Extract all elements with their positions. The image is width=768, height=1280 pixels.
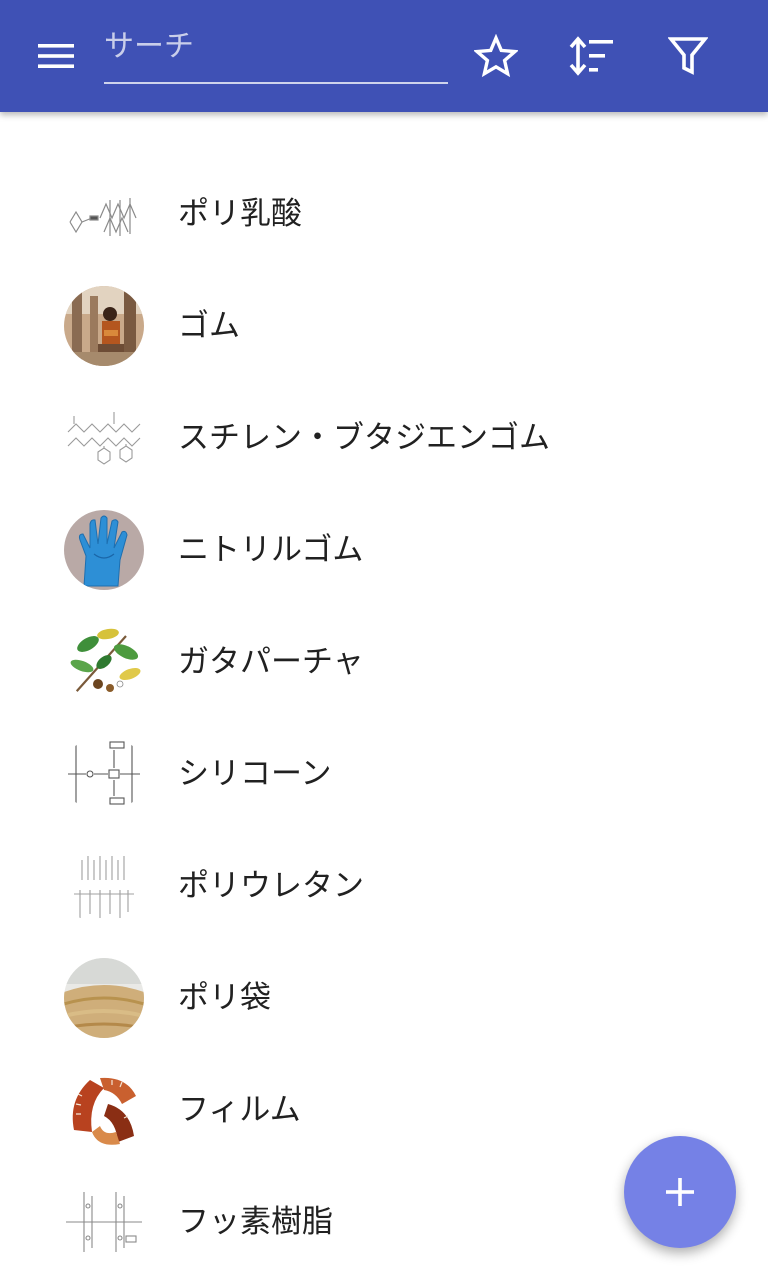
filter-button[interactable] (660, 28, 716, 84)
item-label: ポリ袋 (178, 980, 271, 1016)
filter-icon (668, 37, 708, 75)
add-button[interactable] (624, 1136, 736, 1248)
list-item[interactable]: シリコーン (0, 718, 768, 830)
hamburger-menu-icon (38, 44, 74, 68)
list-item[interactable]: ガタパーチャ (0, 606, 768, 718)
list-item[interactable]: ポリ乳酸 (0, 158, 768, 270)
item-label: ガタパーチャ (178, 644, 364, 680)
menu-button[interactable] (28, 28, 84, 84)
item-label: シリコーン (178, 756, 332, 792)
list-item[interactable]: ニトリルゴム (0, 494, 768, 606)
list-item[interactable]: ポリ袋 (0, 942, 768, 1054)
app-screen: ポリ乳酸 ゴム (0, 0, 768, 1280)
bag-photo-thumbnail (64, 958, 144, 1038)
toolbar (0, 0, 768, 112)
structural-formula-thumbnail (64, 398, 144, 478)
material-list: ポリ乳酸 ゴム スチレン・ブタジエンゴム ニトリルゴム ガタパーチャ シリコーン… (0, 158, 768, 1278)
sort-button[interactable] (564, 28, 620, 84)
structural-formula-thumbnail (64, 734, 144, 814)
structural-formula-thumbnail (64, 1182, 144, 1262)
item-label: ゴム (178, 308, 240, 344)
list-item[interactable]: ゴム (0, 270, 768, 382)
sort-icon (569, 36, 613, 76)
item-label: ポリウレタン (178, 868, 364, 904)
search-field (104, 22, 448, 84)
item-label: ニトリルゴム (178, 532, 364, 568)
item-label: フィルム (178, 1092, 301, 1128)
structural-formula-thumbnail (64, 174, 144, 254)
structural-formula-thumbnail (64, 846, 144, 926)
favorites-button[interactable] (468, 28, 524, 84)
list-item[interactable]: スチレン・ブタジエンゴム (0, 382, 768, 494)
item-label: ポリ乳酸 (178, 196, 302, 232)
item-label: スチレン・ブタジエンゴム (178, 420, 550, 456)
search-input[interactable] (104, 22, 444, 70)
film-reel-photo-thumbnail (64, 1070, 144, 1150)
item-label: フッ素樹脂 (178, 1204, 333, 1240)
rubber-tapping-photo-thumbnail (64, 286, 144, 366)
blue-glove-photo-thumbnail (64, 510, 144, 590)
star-outline-icon (474, 34, 518, 78)
list-item[interactable]: ポリウレタン (0, 830, 768, 942)
plus-icon (666, 1178, 694, 1206)
plant-illustration-thumbnail (64, 622, 144, 702)
